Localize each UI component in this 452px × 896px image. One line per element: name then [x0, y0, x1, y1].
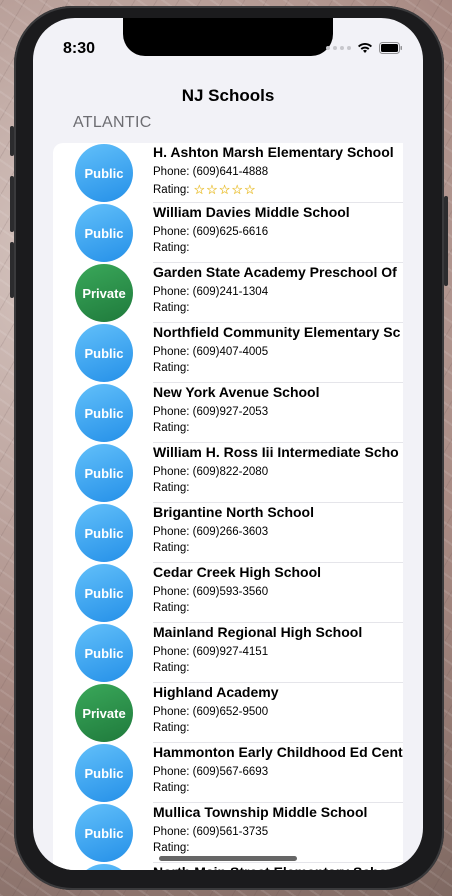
school-type-badge: Public	[75, 804, 133, 862]
school-phone: Phone: (609)641-4888	[153, 166, 269, 178]
table-row[interactable]: Public Hammonton Early Childhood Ed Cent P…	[53, 743, 403, 803]
school-type-badge: Public	[75, 744, 133, 802]
table-row[interactable]: Private Garden State Academy Preschool Of…	[53, 263, 403, 323]
nav-title: NJ Schools	[181, 86, 275, 105]
rating-label: Rating:	[153, 362, 190, 374]
volume-down-button	[10, 242, 14, 298]
home-indicator[interactable]	[159, 856, 297, 861]
status-indicators	[326, 42, 403, 54]
school-type-badge: Private	[75, 684, 133, 742]
school-rating: Rating:	[153, 542, 189, 554]
school-type-badge: Public	[75, 504, 133, 562]
school-type-badge: Private	[75, 264, 133, 322]
volume-up-button	[10, 176, 14, 232]
school-name: Hammonton Early Childhood Ed Cent	[153, 744, 403, 760]
school-phone: Phone: (609)927-4151	[153, 646, 269, 658]
school-type-badge: Public	[75, 144, 133, 202]
school-phone: Phone: (609)927-2053	[153, 406, 269, 418]
rating-label: Rating:	[153, 242, 190, 254]
rating-label: Rating:	[153, 782, 190, 794]
table-row[interactable]: Public Northfield Community Elementary Sc…	[53, 323, 403, 383]
school-name: Cedar Creek High School	[153, 564, 322, 580]
school-phone: Phone: (609)593-3560	[153, 586, 269, 598]
school-name: New York Avenue School	[153, 384, 320, 400]
rating-label: Rating:	[153, 482, 190, 494]
school-phone: Phone: (609)561-3735	[153, 826, 269, 838]
school-type-badge: Public	[75, 564, 133, 622]
school-rating: Rating:	[153, 422, 189, 434]
school-name: Highland Academy	[153, 684, 279, 700]
rating-label: Rating:	[153, 302, 190, 314]
rating-label: Rating:	[153, 184, 190, 196]
school-phone: Phone: (609)266-3603	[153, 526, 269, 538]
school-phone: Phone: (609)241-1304	[153, 286, 269, 298]
school-name: William H. Ross Iii Intermediate Scho	[153, 444, 399, 460]
rating-label: Rating:	[153, 422, 190, 434]
table-row[interactable]: Public Mullica Township Middle School Phon…	[53, 803, 403, 863]
school-phone: Phone: (609)567-6693	[153, 766, 269, 778]
rating-label: Rating:	[153, 662, 190, 674]
rating-label: Rating:	[153, 542, 190, 554]
table-row[interactable]: Public Mainland Regional High School Phone…	[53, 623, 403, 683]
power-button	[444, 196, 448, 286]
notch	[123, 18, 333, 56]
school-rating: Rating:	[153, 242, 189, 254]
cellular-signal-icon	[326, 46, 351, 50]
rating-label: Rating:	[153, 722, 190, 734]
school-list[interactable]: Public H. Ashton Marsh Elementary School P…	[53, 143, 403, 870]
school-type-badge: Public	[75, 384, 133, 442]
rating-label: Rating:	[153, 842, 190, 854]
table-row[interactable]: Public H. Ashton Marsh Elementary School P…	[53, 143, 403, 203]
school-rating: Rating:	[153, 362, 189, 374]
school-name: H. Ashton Marsh Elementary School	[153, 144, 394, 160]
status-time: 8:30	[63, 40, 96, 57]
school-phone: Phone: (609)625-6616	[153, 226, 269, 238]
school-name: Northfield Community Elementary Sc	[153, 324, 401, 340]
table-row[interactable]: Public New York Avenue School Phone: (609)…	[53, 383, 403, 443]
wifi-icon	[358, 42, 372, 53]
school-name: Mainland Regional High School	[153, 624, 363, 640]
school-type-badge: Public	[75, 864, 133, 870]
rating-stars-icon: ☆☆☆☆☆	[193, 182, 257, 197]
school-name: North Main Street Elementary Scho	[153, 864, 403, 870]
school-type-badge: Public	[75, 204, 133, 262]
school-type-badge: Public	[75, 624, 133, 682]
table-row[interactable]: Private Highland Academy Phone: (609)652-9…	[53, 683, 403, 743]
school-rating: Rating:	[153, 602, 189, 614]
table-row[interactable]: Public Brigantine North School Phone: (609…	[53, 503, 403, 563]
school-rating: Rating:	[153, 482, 189, 494]
table-row[interactable]: Public William Davies Middle School Phone:…	[53, 203, 403, 263]
screen: 8:30 NJ Schools ATLANTIC Public H. Ashton…	[33, 18, 423, 870]
table-row[interactable]: Public William H. Ross Iii Intermediate S…	[53, 443, 403, 503]
school-name: William Davies Middle School	[153, 204, 350, 220]
mute-switch	[10, 126, 14, 156]
table-row[interactable]: Public North Main Street Elementary Scho	[53, 863, 403, 870]
school-name: Garden State Academy Preschool Of	[153, 264, 397, 280]
school-phone: Phone: (609)407-4005	[153, 346, 269, 358]
school-name: Brigantine North School	[153, 504, 314, 520]
rating-label: Rating:	[153, 602, 190, 614]
school-rating: Rating:	[153, 302, 189, 314]
school-rating: Rating: ☆☆☆☆☆	[153, 182, 257, 198]
school-type-badge: Public	[75, 444, 133, 502]
battery-icon	[379, 42, 402, 54]
school-rating: Rating:	[153, 782, 189, 794]
school-phone: Phone: (609)652-9500	[153, 706, 269, 718]
school-rating: Rating:	[153, 842, 189, 854]
school-phone: Phone: (609)822-2080	[153, 466, 269, 478]
school-rating: Rating:	[153, 722, 189, 734]
school-type-badge: Public	[75, 324, 133, 382]
section-header: ATLANTIC	[73, 114, 152, 131]
school-name: Mullica Township Middle School	[153, 804, 368, 820]
table-row[interactable]: Public Cedar Creek High School Phone: (609…	[53, 563, 403, 623]
school-rating: Rating:	[153, 662, 189, 674]
